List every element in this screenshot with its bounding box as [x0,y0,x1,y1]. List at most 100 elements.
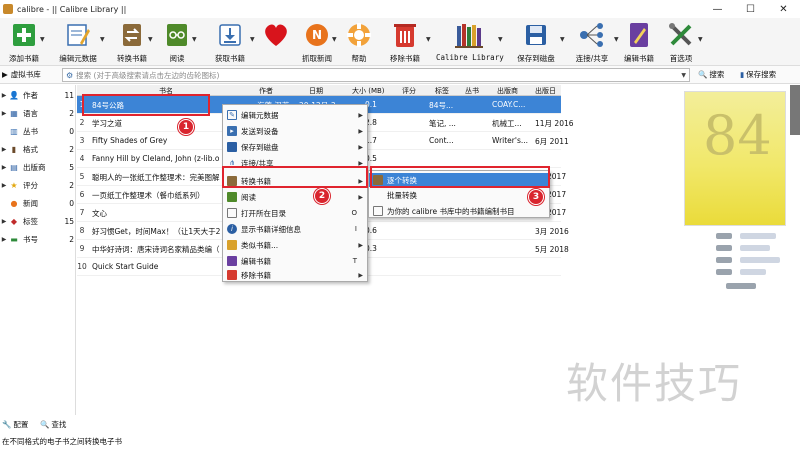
context-menu: ✎ 编辑元数据 ▶ ▸ 发送到设备 ▶ 保存到磁盘 ▶ ⋔ 连接/共享 ▶ 转换书籍 ▶ 阅读 ▶… [222,104,368,282]
tag-browser: ▶ 👤 作者 11 ▶ ▦ 语言 2 ▥ 丛书 0 ▶ ▮ 格式 2 ▶ ▤ 出版商 5 ▶ ★ 评分 2 ● 新闻… [0,85,76,415]
search-icon: 🔍 [698,70,708,79]
find-button[interactable]: 🔍 查找 [40,419,66,430]
preferences-icon [666,20,696,50]
menu-item-edit-metadata[interactable]: ✎ 编辑元数据 ▶ [223,108,367,122]
menu-item-create-catalog[interactable]: 为你的 calibre 书库中的书籍编制书目 [369,204,549,218]
annotation-box-3 [370,166,550,188]
info-icon: i [227,224,237,234]
saved-search-button[interactable]: ▮ 保存搜索 [740,69,776,80]
annotation-box-1 [82,94,210,116]
donate-button[interactable] [258,20,294,66]
tag-icon: ◆ [10,216,18,226]
close-button[interactable]: ✕ [767,0,800,18]
add-books-icon [9,20,39,50]
virtual-library-button[interactable]: ▶ 虚拟书库 [2,69,41,80]
barcode-icon: ▬ [10,234,18,244]
status-text: 在不同格式的电子书之间转换电子书 [2,437,122,446]
tag-category-identifiers[interactable]: ▶ ▬ 书号 2 [0,232,76,246]
fetch-news-dropdown-icon[interactable]: ▼ [332,36,337,43]
column-publisher[interactable]: 出版商 [497,86,518,96]
column-date[interactable]: 日期 [309,86,323,96]
remove-books-dropdown-icon[interactable]: ▼ [426,36,431,43]
connect-share-dropdown-icon[interactable]: ▼ [614,36,619,43]
tag-category-formats[interactable]: ▶ ▮ 格式 2 [0,142,76,156]
annotation-badge-2: 2 [314,188,330,204]
get-books-button[interactable]: 获取书籍 ▼ [210,20,255,66]
get-books-dropdown-icon[interactable]: ▼ [250,36,255,43]
menu-item-remove-books[interactable]: 移除书籍 ▶ [223,268,367,282]
edit-metadata-icon [63,20,93,50]
calibre-library-button[interactable]: Calibre Library ▼ [436,20,504,66]
edit-metadata-button[interactable]: 编辑元数据 ▼ [50,20,106,66]
gear-icon[interactable]: ⚙ [66,71,73,80]
column-author[interactable]: 作者 [259,86,273,96]
search-input[interactable]: ⚙ 搜索 (对于高级搜索请点击左边的齿轮图标) ▼ [62,68,690,82]
convert-books-icon [117,20,147,50]
tag-category-tags[interactable]: ▶ ◆ 标签 15 [0,214,76,228]
save-to-disk-icon [227,142,237,152]
save-to-disk-dropdown-icon[interactable]: ▼ [560,36,565,43]
convert-books-dropdown-icon[interactable]: ▼ [148,36,153,43]
wrench-icon: 🔧 [2,420,12,429]
tag-category-languages[interactable]: ▶ ▦ 语言 2 [0,106,76,120]
convert-books-button[interactable]: 转换书籍 ▼ [112,20,153,66]
remove-books-button[interactable]: 移除书籍 ▼ [386,20,431,66]
person-icon: 👤 [9,90,19,100]
menu-item-bulk-convert[interactable]: 批量转换 [369,188,549,202]
menu-item-edit-book[interactable]: 编辑书籍 T [223,254,367,268]
maximize-button[interactable]: ☐ [734,0,767,18]
news-icon: ● [10,198,18,208]
configure-button[interactable]: 🔧 配置 [2,419,28,430]
find-icon: 🔍 [40,420,50,429]
read-icon [227,192,237,202]
column-series[interactable]: 丛书 [465,86,479,96]
get-books-icon [215,20,245,50]
send-to-device-icon: ▸ [227,126,237,136]
tag-category-authors[interactable]: ▶ 👤 作者 11 [0,88,76,102]
window-controls: — ☐ ✕ [701,0,800,18]
status-bar: 🔧 配置 🔍 查找 在不同格式的电子书之间转换电子书 [0,415,800,450]
virtual-library-icon: ▶ [2,70,8,79]
star-icon: ★ [10,180,18,190]
menu-item-similar-books[interactable]: 类似书籍... ▶ [223,238,367,252]
column-size[interactable]: 大小 (MB) [352,86,385,96]
edit-book-icon [227,256,237,266]
help-button[interactable]: 帮助 [344,20,374,66]
fetch-news-icon: N [302,20,332,50]
column-rating[interactable]: 评分 [402,86,416,96]
tag-category-news[interactable]: ● 新闻 0 [0,196,76,210]
bookmark-icon: ▮ [740,70,745,79]
language-icon: ▦ [10,108,18,118]
book-cover[interactable]: 84 [684,91,786,226]
add-books-dropdown-icon[interactable]: ▼ [40,36,45,43]
edit-book-icon [624,20,654,50]
tag-category-publishers[interactable]: ▶ ▤ 出版商 5 [0,160,76,174]
connect-share-button[interactable]: 连接/共享 ▼ [572,20,619,66]
menu-item-open-folder[interactable]: 打开所在目录 O [223,206,367,220]
read-dropdown-icon[interactable]: ▼ [192,36,197,43]
add-books-button[interactable]: 添加书籍 ▼ [2,20,46,66]
menu-item-save-to-disk[interactable]: 保存到磁盘 ▶ [223,140,367,154]
edit-metadata-dropdown-icon[interactable]: ▼ [100,36,105,43]
publisher-icon: ▤ [10,162,18,172]
menu-item-send-to-device[interactable]: ▸ 发送到设备 ▶ [223,124,367,138]
library-dropdown-icon[interactable]: ▼ [498,36,503,43]
menu-item-read[interactable]: 阅读 ▶ [223,190,367,204]
tag-category-rating[interactable]: ▶ ★ 评分 2 [0,178,76,192]
search-history-dropdown-icon[interactable]: ▼ [681,72,686,79]
fetch-news-button[interactable]: N 抓取新闻 ▼ [298,20,337,66]
book-icon: ▮ [11,144,17,154]
edit-book-button[interactable]: 编辑书籍 [620,20,658,66]
save-to-disk-button[interactable]: 保存到磁盘 ▼ [514,20,565,66]
read-button[interactable]: 阅读 ▼ [160,20,197,66]
save-to-disk-icon [521,20,551,50]
preferences-dropdown-icon[interactable]: ▼ [698,36,703,43]
catalog-icon [373,206,383,216]
preferences-button[interactable]: 首选项 ▼ [662,20,703,66]
tag-category-series[interactable]: ▥ 丛书 0 [0,124,76,138]
column-tags[interactable]: 标签 [435,86,449,96]
annotation-badge-1: 1 [178,119,194,135]
minimize-button[interactable]: — [701,0,734,18]
search-button[interactable]: 🔍 搜索 [698,69,724,80]
menu-item-show-details[interactable]: i 显示书籍详细信息 I [223,222,367,236]
